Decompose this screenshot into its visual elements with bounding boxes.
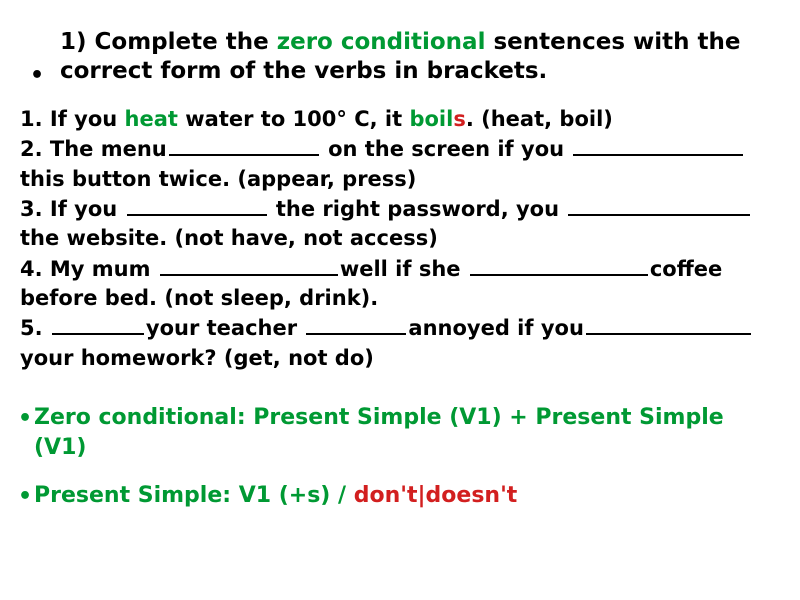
q1-heat: heat: [125, 107, 178, 131]
blank: [573, 134, 743, 156]
question-4: 4. My mum well if she coffee before bed.…: [20, 254, 782, 314]
blank: [306, 313, 406, 335]
q4-a: 4. My mum: [20, 257, 158, 281]
blank: [568, 194, 750, 216]
q4-b: well if she: [340, 257, 468, 281]
title-pre: 1) Complete the: [60, 29, 277, 55]
blank: [127, 194, 267, 216]
hints: • Zero conditional: Present Simple (V1) …: [18, 403, 782, 510]
bullet-icon: •: [18, 482, 32, 512]
q1-a: 1. If you: [20, 107, 125, 131]
blank: [470, 254, 648, 276]
q5-d: your homework? (get, not do): [20, 346, 374, 370]
hint-2: • Present Simple: V1 (+s) / don't|doesn'…: [34, 481, 782, 511]
q5-c: annoyed if you: [408, 316, 584, 340]
q5-b: your teacher: [146, 316, 305, 340]
q3-a: 3. If you: [20, 197, 125, 221]
q1-b: water to 100° C, it: [178, 107, 410, 131]
hint-1-text: Zero conditional: Present Simple (V1) + …: [34, 405, 724, 460]
question-1: 1. If you heat water to 100° C, it boils…: [20, 105, 782, 134]
slide: • 1) Complete the zero conditional sente…: [0, 0, 800, 600]
q2-b: on the screen if you: [321, 137, 572, 161]
q2-c: this button twice. (appear, press): [20, 167, 416, 191]
blank: [169, 134, 319, 156]
task-title: 1) Complete the zero conditional sentenc…: [60, 28, 762, 87]
q5-a: 5.: [20, 316, 50, 340]
blank: [160, 254, 338, 276]
question-2: 2. The menu on the screen if you this bu…: [20, 134, 782, 194]
exercise-body: 1. If you heat water to 100° C, it boils…: [20, 105, 782, 373]
hint-1: • Zero conditional: Present Simple (V1) …: [34, 403, 782, 462]
blank: [586, 313, 751, 335]
title-bullet: •: [30, 63, 44, 88]
q3-b: the right password, you: [269, 197, 567, 221]
title-keyword: zero conditional: [277, 29, 486, 55]
bullet-icon: •: [18, 404, 32, 434]
question-3: 3. If you the right password, you the we…: [20, 194, 782, 254]
hint-2-b: don't|doesn't: [354, 483, 518, 508]
q1-boil: boil: [409, 107, 453, 131]
q1-c: . (heat, boil): [466, 107, 613, 131]
q3-c: the website. (not have, not access): [20, 226, 438, 250]
blank: [52, 313, 144, 335]
q2-a: 2. The menu: [20, 137, 167, 161]
hint-2-a: Present Simple: V1 (+s) /: [34, 483, 354, 508]
q1-s: s: [453, 107, 466, 131]
question-5: 5. your teacher annoyed if you your home…: [20, 313, 782, 373]
